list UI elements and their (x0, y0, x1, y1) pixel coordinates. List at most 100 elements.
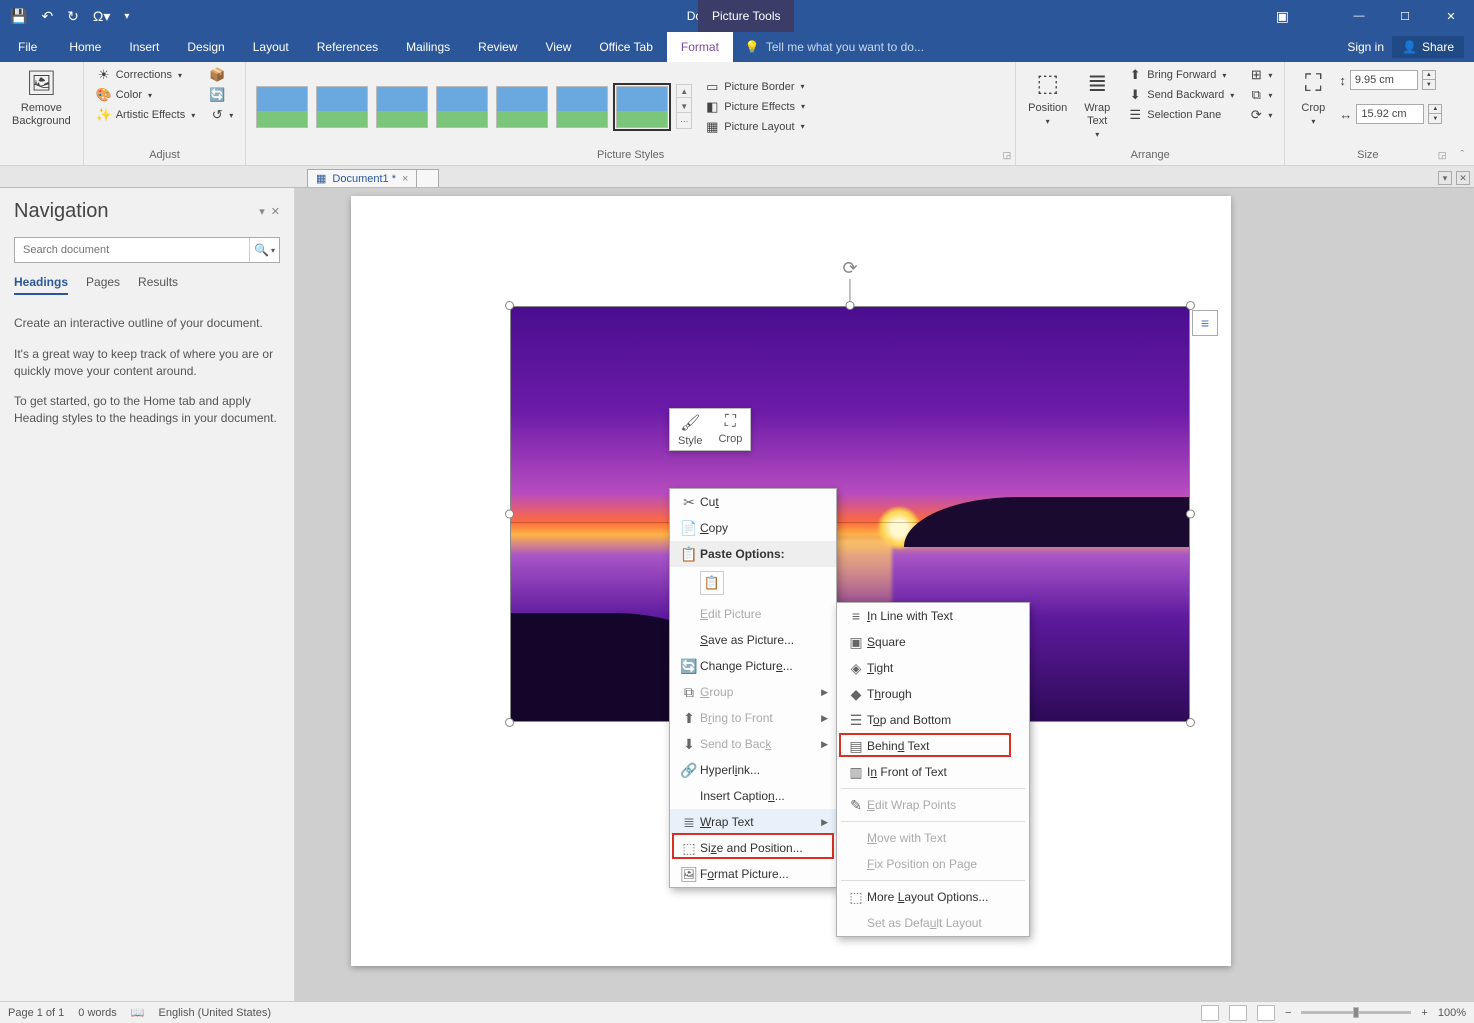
new-tab-button[interactable] (417, 169, 439, 187)
width-down-icon[interactable]: ▼ (1429, 114, 1441, 123)
selection-pane-button[interactable]: ☰Selection Pane (1123, 106, 1238, 124)
ribbon-display-options-icon[interactable]: ▣ (1276, 8, 1289, 25)
tab-file[interactable]: File (0, 32, 55, 62)
wrap-more-layout-options[interactable]: ⬚More Layout Options... (837, 884, 1029, 910)
ctx-copy[interactable]: 📄Copy (670, 515, 836, 541)
zoom-level[interactable]: 100% (1438, 1007, 1466, 1019)
height-down-icon[interactable]: ▼ (1423, 80, 1435, 89)
resize-handle[interactable] (1186, 510, 1195, 519)
styles-dialog-launcher-icon[interactable]: ◲ (1003, 150, 1012, 161)
status-proofing-icon[interactable]: 📖 (131, 1006, 145, 1019)
style-thumb[interactable] (376, 86, 428, 128)
layout-options-button[interactable]: ≡ (1192, 310, 1218, 336)
tab-insert[interactable]: Insert (115, 32, 173, 62)
ctx-wrap-text[interactable]: ≣Wrap Text▶ (670, 809, 836, 835)
style-thumb[interactable] (316, 86, 368, 128)
close-tab-icon[interactable]: × (402, 173, 408, 185)
height-input[interactable]: 9.95 cm (1350, 70, 1418, 90)
style-thumb[interactable] (436, 86, 488, 128)
ctx-insert-caption[interactable]: Insert Caption... (670, 783, 836, 809)
send-backward-button[interactable]: ⬇Send Backward▾ (1123, 86, 1238, 104)
gallery-more-icon[interactable]: ⋯ (677, 115, 691, 128)
picture-layout-button[interactable]: ▦Picture Layout▾ (700, 118, 809, 136)
nav-tab-headings[interactable]: Headings (14, 275, 68, 295)
tab-references[interactable]: References (303, 32, 392, 62)
nav-tab-pages[interactable]: Pages (86, 275, 120, 295)
ctx-save-as-picture[interactable]: Save as Picture... (670, 627, 836, 653)
bring-forward-button[interactable]: ⬆Bring Forward▾ (1123, 66, 1238, 84)
width-up-icon[interactable]: ▲ (1429, 105, 1441, 114)
resize-handle[interactable] (505, 301, 514, 310)
collapse-ribbon-icon[interactable]: ˆ (1450, 62, 1474, 165)
gallery-up-icon[interactable]: ▲ (677, 85, 691, 98)
align-button[interactable]: ⊞▾ (1244, 66, 1276, 84)
ctx-change-picture[interactable]: 🔄Change Picture... (670, 653, 836, 679)
view-read-mode[interactable] (1201, 1005, 1219, 1021)
qat-customize-icon[interactable]: ▾ (124, 11, 129, 22)
wrap-in-front-of-text[interactable]: ▥In Front of Text (837, 759, 1029, 785)
style-thumb[interactable] (556, 86, 608, 128)
status-words[interactable]: 0 words (78, 1007, 117, 1019)
zoom-slider[interactable] (1301, 1011, 1411, 1014)
document-tab[interactable]: ▦ Document1 * × (307, 169, 417, 187)
ctx-cut[interactable]: ✂Cut (670, 489, 836, 515)
redo-icon[interactable]: ↻ (67, 8, 79, 25)
sign-in-link[interactable]: Sign in (1347, 40, 1384, 54)
remove-background-button[interactable]: 🖼 Remove Background (8, 66, 75, 130)
maximize-button[interactable]: ☐ (1382, 0, 1428, 32)
height-up-icon[interactable]: ▲ (1423, 71, 1435, 80)
nav-tab-results[interactable]: Results (138, 275, 178, 295)
tab-mailings[interactable]: Mailings (392, 32, 464, 62)
nav-search-input[interactable] (15, 238, 249, 262)
width-input[interactable]: 15.92 cm (1356, 104, 1424, 124)
paste-option-keep-source[interactable]: 📋 (700, 571, 724, 595)
position-button[interactable]: ⬚Position▾ (1024, 66, 1071, 129)
status-language[interactable]: English (United States) (159, 1007, 272, 1019)
tab-design[interactable]: Design (173, 32, 238, 62)
close-button[interactable]: ✕ (1428, 0, 1474, 32)
minimize-button[interactable]: — (1336, 0, 1382, 32)
tab-home[interactable]: Home (55, 32, 115, 62)
tab-review[interactable]: Review (464, 32, 531, 62)
tab-office-tab[interactable]: Office Tab (585, 32, 667, 62)
ctx-size-and-position[interactable]: ⬚Size and Position... (670, 835, 836, 861)
save-icon[interactable]: 💾 (10, 8, 27, 25)
resize-handle[interactable] (505, 718, 514, 727)
nav-search-button[interactable]: 🔍▾ (249, 238, 279, 262)
view-web-layout[interactable] (1257, 1005, 1275, 1021)
color-button[interactable]: 🎨Color▾ (92, 86, 200, 104)
tab-layout[interactable]: Layout (239, 32, 303, 62)
reset-picture-button[interactable]: ↺▾ (205, 106, 237, 124)
ctx-format-picture[interactable]: 🖼Format Picture... (670, 861, 836, 887)
zoom-in-icon[interactable]: + (1421, 1007, 1427, 1019)
change-picture-button[interactable]: 🔄 (205, 86, 237, 104)
group-button[interactable]: ⧉▾ (1244, 86, 1276, 104)
resize-handle[interactable] (1186, 718, 1195, 727)
resize-handle[interactable] (1186, 301, 1195, 310)
qat-more-icon[interactable]: Ω▾ (93, 8, 111, 25)
crop-button[interactable]: ⛶Crop▾ (1293, 66, 1333, 129)
wrap-inline[interactable]: ≡In Line with Text (837, 603, 1029, 629)
wrap-top-bottom[interactable]: ☰Top and Bottom (837, 707, 1029, 733)
tab-options-icon[interactable]: ▾ (1438, 171, 1452, 185)
corrections-button[interactable]: ☀Corrections▾ (92, 66, 200, 84)
wrap-through[interactable]: ◆Through (837, 681, 1029, 707)
style-thumb-selected[interactable] (616, 86, 668, 128)
wrap-behind-text[interactable]: ▤Behind Text (837, 733, 1029, 759)
zoom-out-icon[interactable]: − (1285, 1007, 1291, 1019)
compress-pictures-button[interactable]: 📦 (205, 66, 237, 84)
nav-dropdown-icon[interactable]: ▾ (259, 205, 265, 218)
tab-format[interactable]: Format (667, 32, 733, 62)
wrap-tight[interactable]: ◈Tight (837, 655, 1029, 681)
resize-handle[interactable] (846, 301, 855, 310)
rotate-button[interactable]: ⟳▾ (1244, 106, 1276, 124)
nav-close-icon[interactable]: ✕ (271, 205, 280, 218)
gallery-down-icon[interactable]: ▼ (677, 100, 691, 113)
tab-close-all-icon[interactable]: ✕ (1456, 171, 1470, 185)
wrap-text-button[interactable]: ≣Wrap Text▾ (1077, 66, 1117, 142)
picture-effects-button[interactable]: ◧Picture Effects▾ (700, 98, 809, 116)
ctx-hyperlink[interactable]: 🔗Hyperlink... (670, 757, 836, 783)
mini-style-button[interactable]: 🖌 Style (670, 409, 710, 450)
tab-view[interactable]: View (532, 32, 586, 62)
style-thumb[interactable] (256, 86, 308, 128)
